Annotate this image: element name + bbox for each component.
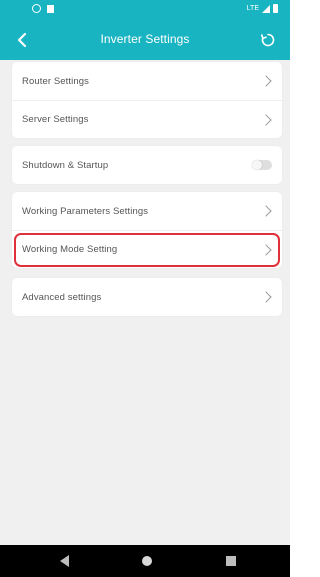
row-server-settings[interactable]: Server Settings	[12, 100, 282, 138]
system-nav-bar	[0, 545, 290, 577]
notification-icon	[32, 4, 41, 13]
row-label: Shutdown & Startup	[22, 159, 109, 171]
settings-group-network: Router Settings Server Settings	[12, 62, 282, 138]
chevron-right-icon	[260, 75, 272, 87]
app-header: Inverter Settings	[0, 20, 290, 60]
network-type-label: LTE	[246, 5, 259, 12]
row-working-mode-setting[interactable]: Working Mode Setting	[12, 230, 282, 268]
chevron-right-icon	[260, 113, 272, 126]
row-shutdown-startup: Shutdown & Startup	[12, 146, 282, 184]
settings-group-power: Shutdown & Startup	[12, 146, 282, 184]
chevron-right-icon	[260, 205, 272, 217]
row-label: Working Parameters Settings	[22, 205, 149, 217]
shutdown-startup-toggle[interactable]	[252, 160, 272, 170]
row-label: Server Settings	[22, 114, 89, 125]
nav-recents-icon[interactable]	[226, 556, 236, 566]
chevron-right-icon	[260, 291, 272, 303]
nav-back-icon[interactable]	[60, 555, 69, 567]
row-router-settings[interactable]: Router Settings	[12, 62, 282, 100]
row-working-parameters-settings[interactable]: Working Parameters Settings	[12, 192, 282, 230]
row-label: Advanced settings	[22, 291, 102, 303]
settings-list: Router Settings Server Settings Shutdown…	[0, 60, 290, 545]
sim-icon	[47, 4, 54, 13]
page-title: Inverter Settings	[100, 32, 190, 46]
row-label: Working Mode Setting	[22, 244, 118, 255]
row-advanced-settings[interactable]: Advanced settings	[12, 278, 282, 316]
status-bar: LTE	[0, 0, 290, 20]
row-label: Router Settings	[22, 75, 89, 87]
signal-icon	[262, 4, 270, 13]
toggle-knob	[252, 160, 262, 170]
settings-group-advanced: Advanced settings	[12, 278, 282, 316]
status-left-icons	[32, 4, 54, 13]
inverter-settings-screen: LTE Inverter Settings Router Settings Se…	[0, 0, 290, 577]
nav-home-icon[interactable]	[142, 556, 152, 566]
chevron-right-icon	[260, 243, 272, 256]
refresh-button[interactable]	[254, 26, 282, 54]
refresh-icon	[260, 33, 275, 47]
status-right-icons: LTE	[247, 4, 278, 13]
settings-group-working: Working Parameters Settings Working Mode…	[12, 192, 282, 268]
battery-icon	[273, 4, 278, 13]
